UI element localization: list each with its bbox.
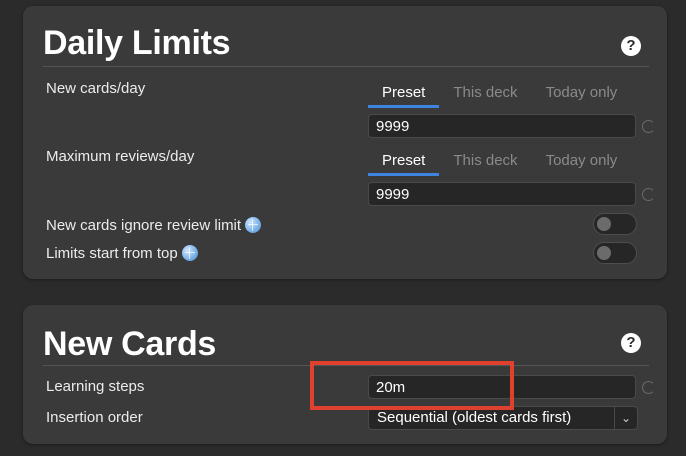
insertion-order-label: Insertion order [46, 409, 143, 426]
tab-this-deck[interactable]: This deck [439, 80, 531, 108]
chevron-down-icon: ⌄ [614, 407, 637, 429]
insertion-order-value: Sequential (oldest cards first) [377, 409, 572, 426]
daily-limits-title: Daily Limits [43, 24, 231, 62]
tab-this-deck[interactable]: This deck [439, 148, 531, 176]
new-cards-per-day-input[interactable]: 9999 [368, 114, 636, 138]
new-cards-tabs: Preset This deck Today only [368, 80, 631, 108]
new-cards-ignore-review-limit-label: New cards ignore review limit [46, 217, 242, 234]
revert-icon[interactable] [642, 120, 655, 133]
limits-start-from-top-label: Limits start from top [46, 245, 178, 262]
max-reviews-tabs: Preset This deck Today only [368, 148, 631, 176]
help-icon[interactable]: ? [621, 36, 641, 56]
tab-preset[interactable]: Preset [368, 148, 440, 176]
revert-icon[interactable] [642, 381, 655, 394]
learning-steps-label: Learning steps [46, 378, 145, 395]
daily-limits-card: Daily Limits ? New cards/day Preset This… [23, 6, 667, 279]
help-icon[interactable]: ? [621, 333, 641, 353]
new-cards-ignore-review-limit-toggle[interactable] [593, 213, 637, 235]
title-divider [43, 66, 649, 67]
maximum-reviews-per-day-label: Maximum reviews/day [46, 148, 195, 165]
maximum-reviews-per-day-input[interactable]: 9999 [368, 182, 636, 206]
tab-today-only[interactable]: Today only [532, 80, 632, 108]
globe-icon [181, 245, 198, 261]
tab-today-only[interactable]: Today only [532, 148, 632, 176]
learning-steps-highlight-box [310, 361, 514, 410]
new-cards-per-day-label: New cards/day [46, 80, 146, 97]
globe-icon [245, 217, 262, 233]
tab-preset[interactable]: Preset [368, 80, 440, 108]
revert-icon[interactable] [642, 188, 655, 201]
limits-start-from-top-row: Limits start from top [46, 245, 198, 262]
new-cards-ignore-review-limit-row: New cards ignore review limit [46, 217, 262, 234]
limits-start-from-top-toggle[interactable] [593, 242, 637, 264]
new-cards-title: New Cards [43, 325, 217, 363]
